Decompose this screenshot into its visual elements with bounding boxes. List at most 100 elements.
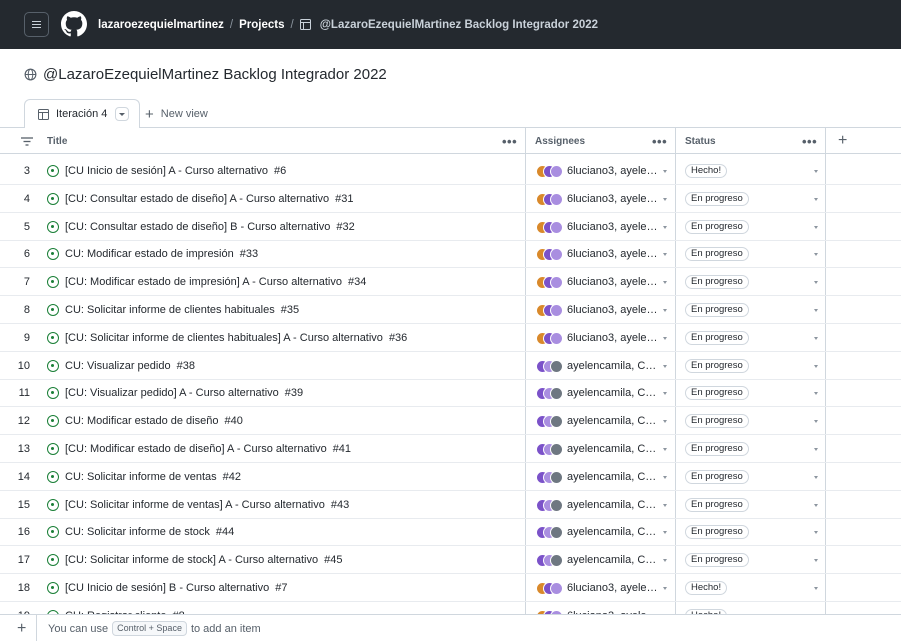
chevron-down-icon[interactable]	[814, 587, 818, 590]
status-badge[interactable]: En progreso	[685, 219, 749, 234]
table-row[interactable]: 16 CU: Solicitar informe de stock #44 ayele…	[0, 518, 901, 547]
assignees-cell[interactable]: 6luciano3, ayelencamila	[567, 324, 659, 352]
status-badge[interactable]: En progreso	[685, 414, 749, 429]
chevron-down-icon[interactable]	[663, 225, 667, 229]
chevron-down-icon[interactable]	[814, 281, 818, 285]
table-row[interactable]: 6 CU: Modificar estado de impresión #33 6lu…	[0, 240, 901, 269]
chevron-down-icon[interactable]	[663, 420, 667, 424]
chevron-down-icon[interactable]	[663, 503, 667, 507]
table-row[interactable]: 7 [CU: Modificar estado de impresión] A -…	[0, 268, 901, 297]
status-badge[interactable]: En progreso	[685, 497, 749, 512]
status-badge[interactable]: En progreso	[685, 442, 749, 456]
chevron-down-icon[interactable]	[663, 559, 667, 563]
issue-title[interactable]: CU: Modificar estado de impresión #33	[65, 240, 258, 268]
status-badge[interactable]: En progreso	[685, 330, 749, 345]
table-row[interactable]: 19 CU: Registrar cliente#8 6luciano3, ayel…	[0, 602, 901, 614]
view-options-dropdown[interactable]	[115, 107, 130, 121]
new-view-button[interactable]: + New view	[145, 106, 208, 122]
chevron-down-icon[interactable]	[663, 170, 667, 173]
assignees-cell[interactable]: 6luciano3, ayelencamila	[567, 602, 659, 614]
column-header-status[interactable]: Status	[685, 128, 716, 154]
chevron-down-icon[interactable]	[663, 364, 667, 368]
assignees-cell[interactable]: ayelencamila, Carlos	[567, 435, 659, 463]
status-badge[interactable]: Hecho!	[685, 581, 728, 595]
table-row[interactable]: 11 [CU: Visualizar pedido] A - Curso alte…	[0, 379, 901, 408]
assignees-cell[interactable]: ayelencamila, Carlos	[567, 407, 659, 435]
status-badge[interactable]: Hecho!	[685, 164, 728, 178]
assignees-cell[interactable]: 6luciano3, ayelencamila	[567, 574, 659, 602]
title-column-menu-icon[interactable]: •••	[502, 128, 517, 154]
issue-title[interactable]: CU: Solicitar informe de stock #44	[65, 518, 234, 546]
issue-title[interactable]: [CU: Solicitar informe de stock] A - Cur…	[65, 546, 342, 574]
issue-title[interactable]: [CU: Modificar estado de impresión] A - …	[65, 268, 366, 296]
status-badge[interactable]: En progreso	[685, 358, 749, 373]
chevron-down-icon[interactable]	[663, 336, 667, 340]
issue-title[interactable]: CU: Modificar estado de diseño #40	[65, 407, 243, 435]
breadcrumb-owner[interactable]: lazaroezequielmartinez	[98, 19, 224, 31]
issue-title[interactable]: [CU: Modificar estado de diseño] A - Cur…	[65, 435, 351, 463]
issue-title[interactable]: CU: Solicitar informe de clientes habitu…	[65, 296, 299, 324]
chevron-down-icon[interactable]	[663, 197, 667, 201]
assignees-column-menu-icon[interactable]: •••	[652, 128, 667, 154]
status-badge[interactable]: En progreso	[685, 247, 749, 262]
issue-title[interactable]: [CU: Solicitar informe de clientes habit…	[65, 324, 407, 352]
issue-title[interactable]: [CU Inicio de sesión] B - Curso alternat…	[65, 574, 287, 602]
status-badge[interactable]: En progreso	[685, 525, 749, 540]
assignees-cell[interactable]: ayelencamila, Carlos	[567, 546, 659, 574]
chevron-down-icon[interactable]	[814, 170, 818, 173]
issue-title[interactable]: [CU: Consultar estado de diseño] B - Cur…	[65, 213, 355, 241]
filter-icon[interactable]	[21, 137, 33, 146]
breadcrumb-project[interactable]: @LazaroEzequielMartinez Backlog Integrad…	[320, 19, 598, 31]
assignees-cell[interactable]: ayelencamila, Carlos	[567, 518, 659, 546]
status-column-menu-icon[interactable]: •••	[802, 128, 817, 154]
chevron-down-icon[interactable]	[814, 336, 818, 340]
table-row[interactable]: 13 [CU: Modificar estado de diseño] A - C…	[0, 435, 901, 463]
chevron-down-icon[interactable]	[663, 587, 667, 590]
assignees-cell[interactable]: 6luciano3, ayelencamila	[567, 268, 659, 296]
issue-title[interactable]: [CU: Visualizar pedido] A - Curso altern…	[65, 379, 303, 407]
table-row[interactable]: 14 CU: Solicitar informe de ventas #42 ayel…	[0, 463, 901, 491]
add-item-button[interactable]: +	[17, 619, 26, 639]
chevron-down-icon[interactable]	[814, 309, 818, 312]
chevron-down-icon[interactable]	[814, 197, 818, 201]
table-row[interactable]: 17 [CU: Solicitar informe de stock] A - C…	[0, 546, 901, 575]
assignees-cell[interactable]: 6luciano3, ayelencamila	[567, 157, 659, 185]
chevron-down-icon[interactable]	[814, 503, 818, 507]
status-badge[interactable]: En progreso	[685, 275, 749, 290]
chevron-down-icon[interactable]	[663, 392, 667, 396]
breadcrumb-projects[interactable]: Projects	[239, 19, 284, 31]
github-logo-icon[interactable]	[61, 11, 87, 37]
status-badge[interactable]: En progreso	[685, 303, 749, 317]
assignees-cell[interactable]: 6luciano3, ayelencamila	[567, 185, 659, 213]
tab-iteracion-4[interactable]: Iteración 4	[24, 99, 141, 129]
table-row[interactable]: 8 CU: Solicitar informe de clientes habit…	[0, 296, 901, 324]
assignees-cell[interactable]: ayelencamila, Carlos	[567, 379, 659, 407]
table-row[interactable]: 9 [CU: Solicitar informe de clientes habi…	[0, 324, 901, 352]
issue-title[interactable]: CU: Registrar cliente#8	[65, 602, 185, 614]
table-row[interactable]: 5 [CU: Consultar estado de diseño] B - Cu…	[0, 213, 901, 241]
issue-title[interactable]: CU: Solicitar informe de ventas #42	[65, 463, 241, 491]
add-item-input[interactable]: You can use Control + Space to add an it…	[48, 615, 261, 641]
column-header-assignees[interactable]: Assignees	[535, 128, 585, 154]
chevron-down-icon[interactable]	[814, 420, 818, 424]
chevron-down-icon[interactable]	[663, 253, 667, 257]
issue-title[interactable]: [CU: Solicitar informe de ventas] A - Cu…	[65, 491, 349, 519]
chevron-down-icon[interactable]	[814, 225, 818, 229]
chevron-down-icon[interactable]	[814, 364, 818, 368]
issue-title[interactable]: [CU: Consultar estado de diseño] A - Cur…	[65, 185, 354, 213]
table-row[interactable]: 15 [CU: Solicitar informe de ventas] A - …	[0, 491, 901, 519]
assignees-cell[interactable]: 6luciano3, ayelencamila	[567, 296, 659, 324]
chevron-down-icon[interactable]	[814, 531, 818, 535]
assignees-cell[interactable]: ayelencamila, Carlos	[567, 491, 659, 519]
table-row[interactable]: 4 [CU: Consultar estado de diseño] A - Cu…	[0, 185, 901, 213]
chevron-down-icon[interactable]	[663, 281, 667, 285]
hamburger-icon[interactable]	[24, 12, 49, 37]
chevron-down-icon[interactable]	[814, 559, 818, 563]
chevron-down-icon[interactable]	[814, 253, 818, 257]
issue-title[interactable]: [CU Inicio de sesión] A - Curso alternat…	[65, 157, 286, 185]
status-badge[interactable]: En progreso	[685, 191, 749, 206]
assignees-cell[interactable]: ayelencamila, Carlos	[567, 463, 659, 491]
assignees-cell[interactable]: 6luciano3, ayelencamila	[567, 240, 659, 268]
column-header-title[interactable]: Title	[47, 128, 67, 154]
assignees-cell[interactable]: ayelencamila, Carlos	[567, 352, 659, 380]
